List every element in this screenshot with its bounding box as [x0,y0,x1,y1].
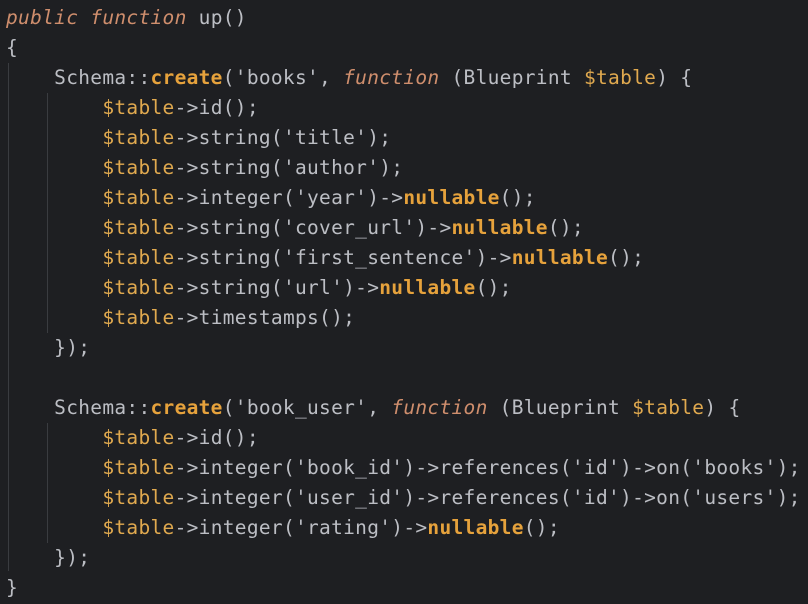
code-token: public [6,6,79,29]
code-token: (); [523,516,560,539]
code-token: Schema:: [6,396,151,419]
code-token: ->string('url')-> [174,276,380,299]
code-token: ->integer('year')-> [174,186,404,209]
code-line: }); [6,543,801,573]
code-token: function [90,6,187,29]
code-token: ->integer('book_id')->references('id')->… [174,456,801,479]
code-line: $table->string('url')->nullable(); [6,273,801,303]
code-token: (); [608,246,645,269]
code-token: Schema:: [6,66,151,89]
code-line: public function up() [6,3,801,33]
code-token: { [6,36,19,59]
code-token: create [150,66,223,89]
code-line: $table->string('first_sentence')->nullab… [6,243,801,273]
code-token: }); [6,546,91,569]
code-line: $table->integer('user_id')->references('… [6,483,801,513]
code-editor[interactable]: public function up(){ Schema::create('bo… [0,0,808,604]
code-line: $table->integer('book_id')->references('… [6,453,801,483]
code-token: $table [102,306,175,329]
code-token: function [391,396,488,419]
code-token: $table [102,126,175,149]
code-token: (); [475,276,512,299]
code-token: $table [632,396,705,419]
code-token: $table [102,186,175,209]
code-token: (Blueprint [487,396,633,419]
code-token: ->id(); [174,96,259,119]
code-token: ->timestamps(); [174,306,356,329]
code-token: up() [186,6,247,29]
code-line: }); [6,333,801,363]
code-token: (); [547,216,584,239]
code-token: $table [102,426,175,449]
code-token: $table [102,246,175,269]
code-token: ('books', [222,66,344,89]
code-token: $table [102,486,175,509]
code-token: $table [102,276,175,299]
code-token: nullable [511,246,609,269]
code-token: $table [102,156,175,179]
code-line: $table->string('author'); [6,153,801,183]
code-line: Schema::create('book_user', function (Bl… [6,393,801,423]
code-token: ->string('title'); [174,126,392,149]
code-token: ) { [656,66,693,89]
code-token: function [343,66,440,89]
code-token: ->string('author'); [174,156,404,179]
code-token: ->id(); [174,426,259,449]
code-token: ('book_user', [222,396,392,419]
code-token: ->string('cover_url')-> [174,216,452,239]
code-token: $table [102,456,175,479]
code-token: $table [102,96,175,119]
code-line: $table->string('title'); [6,123,801,153]
code-block[interactable]: public function up(){ Schema::create('bo… [6,3,801,603]
code-line: $table->integer('rating')->nullable(); [6,513,801,543]
code-line: $table->id(); [6,423,801,453]
code-token: (Blueprint [439,66,584,89]
code-token: nullable [451,216,548,239]
code-line: Schema::create('books', function (Bluepr… [6,63,801,93]
code-line: $table->id(); [6,93,801,123]
code-token: ->integer('rating')-> [174,516,428,539]
code-token: nullable [403,186,500,209]
code-token: $table [102,216,175,239]
code-token: $table [583,66,657,89]
code-token: } [6,576,19,599]
code-token: create [150,396,223,419]
code-token: (); [499,186,536,209]
code-token: }); [6,336,91,359]
code-token: nullable [379,276,476,299]
code-line: } [6,573,801,603]
code-line: $table->integer('year')->nullable(); [6,183,801,213]
code-token: ->integer('user_id')->references('id')->… [174,486,801,509]
code-token: ->string('first_sentence')-> [174,246,512,269]
code-line: { [6,33,801,63]
code-line: $table->timestamps(); [6,303,801,333]
code-token: $table [102,516,175,539]
code-token: ) { [704,396,741,419]
code-line: $table->string('cover_url')->nullable(); [6,213,801,243]
code-token: nullable [427,516,524,539]
